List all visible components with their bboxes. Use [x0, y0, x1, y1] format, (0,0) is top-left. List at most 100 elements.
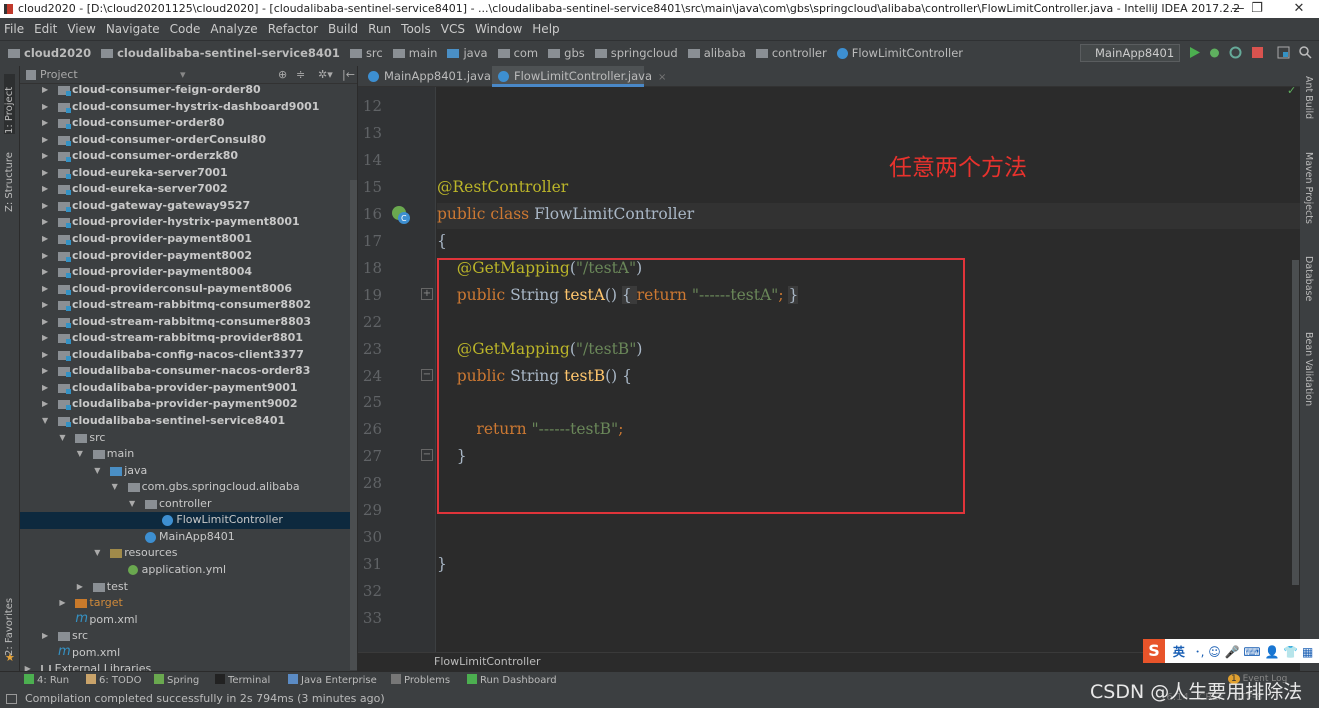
expanded-arrow-icon[interactable]: ▼ [59, 430, 65, 447]
collapsed-arrow-icon[interactable]: ▶ [42, 231, 48, 248]
collapsed-arrow-icon[interactable]: ▶ [42, 99, 48, 116]
maven-projects-tool-button[interactable]: Maven Projects [1303, 152, 1314, 224]
expanded-arrow-icon[interactable]: ▼ [42, 413, 48, 430]
tree-item[interactable]: ▶ cloud-gateway-gateway9527 [20, 198, 357, 215]
collapsed-arrow-icon[interactable]: ▶ [42, 248, 48, 265]
tool-java-enterprise[interactable]: Java Enterprise [288, 672, 377, 690]
tree-item[interactable]: ▶ cloudalibaba-config-nacos-client3377 [20, 347, 357, 364]
run-config-select[interactable]: MainApp8401 ▾ [1080, 44, 1180, 76]
search-icon[interactable] [1299, 46, 1312, 59]
breadcrumb-item[interactable]: controller [755, 41, 827, 66]
editor-scrollbar[interactable] [1292, 260, 1299, 585]
tree-item[interactable]: ▼ cloudalibaba-sentinel-service8401 [20, 413, 357, 430]
tree-item[interactable]: ▶ cloudalibaba-provider-payment9002 [20, 396, 357, 413]
collapsed-arrow-icon[interactable]: ▶ [42, 396, 48, 413]
collapsed-arrow-icon[interactable]: ▶ [42, 181, 48, 198]
tree-item[interactable]: ▶ cloud-provider-hystrix-payment8001 [20, 214, 357, 231]
project-panel-title[interactable]: Project [40, 68, 78, 81]
tree-item[interactable]: ▶ cloud-provider-payment8001 [20, 231, 357, 248]
menu-view[interactable]: View [67, 22, 95, 36]
expanded-arrow-icon[interactable]: ▼ [112, 479, 118, 496]
breadcrumb-item[interactable]: gbs [548, 41, 585, 66]
tree-item[interactable]: ▶ External Libraries [20, 661, 357, 671]
debug-icon[interactable] [1208, 46, 1221, 59]
breadcrumb-item[interactable]: FlowLimitController [836, 41, 963, 66]
tree-item[interactable]: ▼ com.gbs.springcloud.alibaba [20, 479, 357, 496]
collapsed-arrow-icon[interactable]: ▶ [42, 628, 48, 645]
database-tool-button[interactable]: Database [1303, 256, 1314, 301]
collapsed-arrow-icon[interactable]: ▶ [42, 82, 48, 99]
restore-button[interactable]: ❐ [1237, 0, 1277, 18]
menu-tools[interactable]: Tools [401, 22, 431, 36]
breadcrumb-class[interactable]: FlowLimitController [434, 655, 541, 668]
coverage-icon[interactable] [1229, 46, 1242, 59]
tree-item[interactable]: ▶ cloud-stream-rabbitmq-consumer8803 [20, 314, 357, 331]
collapsed-arrow-icon[interactable]: ▶ [42, 214, 48, 231]
tree-item[interactable]: application.yml [20, 562, 357, 579]
code-line[interactable]: { [437, 232, 447, 250]
menu-vcs[interactable]: VCS [441, 22, 465, 36]
collapsed-arrow-icon[interactable]: ▶ [42, 132, 48, 149]
collapsed-arrow-icon[interactable]: ▶ [25, 661, 31, 671]
tool-spring[interactable]: Spring [154, 672, 199, 690]
stop-icon[interactable] [1251, 46, 1264, 59]
tree-item[interactable]: ▶ cloud-eureka-server7002 [20, 181, 357, 198]
sogou-logo[interactable]: S [1143, 639, 1165, 663]
spring-bean-icon[interactable]: C [390, 204, 412, 226]
run-icon[interactable] [1188, 46, 1201, 59]
status-toggle-icon[interactable] [6, 694, 17, 704]
tree-item[interactable]: ▶ cloud-consumer-orderConsul80 [20, 132, 357, 149]
tree-item[interactable]: MainApp8401 [20, 529, 357, 546]
tree-item[interactable]: ▶ target [20, 595, 357, 612]
tree-item[interactable]: ▼ resources [20, 545, 357, 562]
breadcrumb-item[interactable]: main [392, 41, 437, 66]
breadcrumb-item[interactable]: cloud2020 [8, 41, 91, 66]
tree-item[interactable]: ▶ cloud-consumer-feign-order80 [20, 82, 357, 99]
menu-run[interactable]: Run [368, 22, 391, 36]
ant-build-tool-button[interactable]: Ant Build [1303, 76, 1314, 119]
collapsed-arrow-icon[interactable]: ▶ [42, 347, 48, 364]
favorites-tool-button[interactable]: 2: Favorites [4, 596, 15, 656]
collapsed-arrow-icon[interactable]: ▶ [42, 165, 48, 182]
collapsed-arrow-icon[interactable]: ▶ [42, 314, 48, 331]
tree-item[interactable]: ▶ cloud-consumer-order80 [20, 115, 357, 132]
menu-build[interactable]: Build [328, 22, 358, 36]
breadcrumb-item[interactable]: cloudalibaba-sentinel-service8401 [101, 41, 340, 66]
project-scrollbar[interactable] [350, 180, 357, 670]
tree-item[interactable]: m pom.xml [20, 644, 357, 662]
collapsed-arrow-icon[interactable]: ▶ [42, 330, 48, 347]
tree-item[interactable]: ▶ cloud-provider-payment8004 [20, 264, 357, 281]
collapse-fold-icon[interactable]: − [421, 369, 433, 381]
tool-terminal[interactable]: Terminal [215, 672, 270, 690]
menu-refactor[interactable]: Refactor [268, 22, 318, 36]
collapsed-arrow-icon[interactable]: ▶ [42, 380, 48, 397]
breadcrumb-item[interactable]: java [447, 41, 488, 66]
breadcrumb-item[interactable]: springcloud [594, 41, 678, 66]
tree-item[interactable]: ▶ cloud-consumer-hystrix-dashboard9001 [20, 99, 357, 116]
tree-item[interactable]: m pom.xml [20, 611, 357, 629]
expanded-arrow-icon[interactable]: ▼ [94, 463, 100, 480]
tree-item[interactable]: ▶ cloud-eureka-server7001 [20, 165, 357, 182]
menu-code[interactable]: Code [170, 22, 201, 36]
tree-item[interactable]: ▶ cloudalibaba-provider-payment9001 [20, 380, 357, 397]
collapsed-arrow-icon[interactable]: ▶ [77, 579, 83, 596]
tool--todo[interactable]: 6: TODO [86, 672, 141, 690]
tree-item[interactable]: ▼ java [20, 463, 357, 480]
tab-mainapp8401[interactable]: MainApp8401.java× [362, 66, 505, 87]
tree-item[interactable]: ▶ src [20, 628, 357, 645]
project-tool-button[interactable]: 1: Project [4, 74, 15, 134]
ime-tool-icons[interactable]: ･, ☺ 🎤 ⌨ 👤 👕 ▦ [1195, 645, 1314, 659]
tree-item[interactable]: ▼ main [20, 446, 357, 463]
tool--run[interactable]: 4: Run [24, 672, 69, 690]
ime-mode[interactable]: 英 [1173, 645, 1185, 659]
breadcrumb-item[interactable]: src [349, 41, 383, 66]
expanded-arrow-icon[interactable]: ▼ [77, 446, 83, 463]
tree-item[interactable]: ▶ cloud-consumer-orderzk80 [20, 148, 357, 165]
collapsed-arrow-icon[interactable]: ▶ [42, 264, 48, 281]
tool-run-dashboard[interactable]: Run Dashboard [467, 672, 557, 690]
tool-problems[interactable]: Problems [391, 672, 450, 690]
menu-help[interactable]: Help [532, 22, 559, 36]
close-tab-icon[interactable]: × [658, 72, 666, 83]
menu-analyze[interactable]: Analyze [210, 22, 257, 36]
tree-item[interactable]: ▶ cloud-stream-rabbitmq-consumer8802 [20, 297, 357, 314]
